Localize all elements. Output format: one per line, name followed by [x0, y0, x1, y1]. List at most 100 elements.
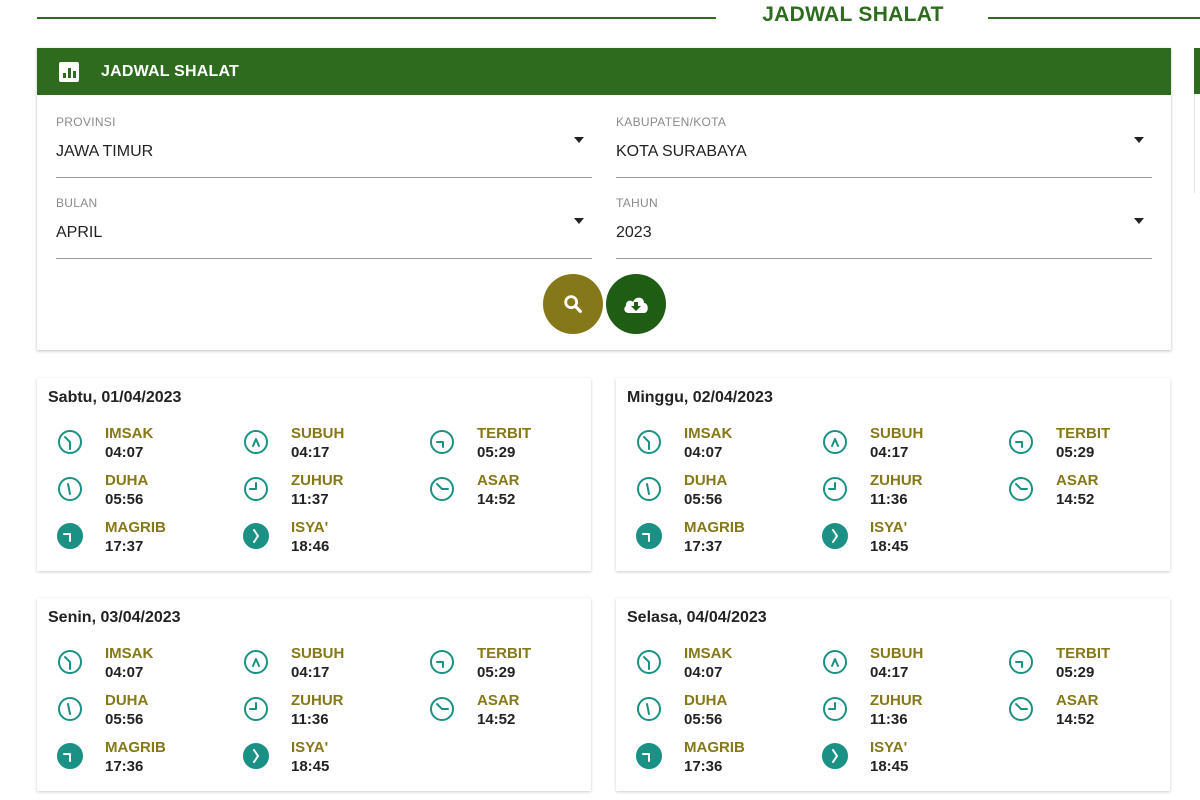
prayer-times-grid: IMSAK 04:07 SUBUH 04:17 TERBIT 05:29 DUHA 05:56… [616, 645, 1170, 785]
prayer-name: DUHA [105, 472, 149, 489]
kabupaten-select[interactable]: KABUPATEN/KOTA KOTA SURABAYA [616, 115, 1152, 178]
prayer-name: MAGRIB [684, 739, 745, 756]
clock-icon [822, 649, 848, 675]
prayer-name: ASAR [1056, 472, 1099, 489]
prayer-time: 14:52 [477, 491, 516, 508]
clock-icon [57, 696, 83, 722]
clock-icon [429, 476, 455, 502]
provinsi-label: PROVINSI [56, 115, 116, 129]
clock-icon [57, 743, 83, 769]
prayer-name: MAGRIB [105, 519, 166, 536]
clock-icon [429, 649, 455, 675]
chevron-down-icon[interactable] [574, 137, 584, 143]
prayer-time: 17:36 [684, 758, 723, 775]
clock-icon [57, 476, 83, 502]
clock-icon [243, 523, 269, 549]
prayer-time-item: DUHA 05:56 [48, 472, 228, 512]
prayer-time: 11:36 [870, 711, 908, 728]
day-card: Minggu, 02/04/2023 IMSAK 04:07 SUBUH 04:17 TE… [616, 378, 1170, 571]
day-date: Selasa, 04/04/2023 [627, 609, 767, 626]
prayer-time: 11:36 [870, 491, 908, 508]
prayer-time: 17:37 [684, 538, 723, 555]
bar-chart-icon [59, 61, 79, 82]
prayer-time-item: TERBIT 05:29 [420, 425, 600, 465]
prayer-name: ZUHUR [291, 692, 344, 709]
prayer-time-item: IMSAK 04:07 [48, 645, 228, 685]
clock-icon [57, 523, 83, 549]
prayer-name: ISYA' [291, 519, 329, 536]
prayer-time: 04:07 [684, 664, 723, 681]
prayer-time: 05:56 [684, 711, 723, 728]
prayer-name: SUBUH [291, 645, 345, 662]
provinsi-select[interactable]: PROVINSI JAWA TIMUR [56, 115, 592, 178]
day-card: Sabtu, 01/04/2023 IMSAK 04:07 SUBUH 04:17 TER… [37, 378, 591, 571]
prayer-name: TERBIT [1056, 645, 1111, 662]
bulan-select[interactable]: BULAN APRIL [56, 196, 592, 259]
prayer-name: MAGRIB [684, 519, 745, 536]
prayer-time-item: MAGRIB 17:36 [627, 739, 807, 779]
prayer-time-item: SUBUH 04:17 [813, 425, 993, 465]
download-button[interactable] [606, 274, 666, 334]
tahun-select[interactable]: TAHUN 2023 [616, 196, 1152, 259]
prayer-name: ISYA' [870, 519, 908, 536]
prayer-time-item: IMSAK 04:07 [627, 425, 807, 465]
clock-icon [243, 649, 269, 675]
prayer-time-item: IMSAK 04:07 [627, 645, 807, 685]
bulan-label: BULAN [56, 196, 98, 210]
day-date: Minggu, 02/04/2023 [627, 389, 773, 406]
prayer-name: IMSAK [684, 425, 733, 442]
schedule-filter-panel: JADWAL SHALAT PROVINSI JAWA TIMUR KABUPA… [37, 48, 1171, 350]
clock-icon [243, 429, 269, 455]
prayer-time: 18:45 [291, 758, 330, 775]
prayer-time-item: TERBIT 05:29 [420, 645, 600, 685]
prayer-time: 11:36 [291, 711, 329, 728]
clock-icon [429, 429, 455, 455]
prayer-time-item: DUHA 05:56 [627, 692, 807, 732]
prayer-time: 05:56 [684, 491, 723, 508]
chevron-down-icon[interactable] [574, 218, 584, 224]
prayer-name: ISYA' [291, 739, 329, 756]
clock-icon [822, 429, 848, 455]
prayer-time-item: ISYA' 18:45 [813, 519, 993, 559]
clock-icon [822, 523, 848, 549]
search-button[interactable] [543, 274, 603, 334]
prayer-time-item: SUBUH 04:17 [234, 645, 414, 685]
prayer-time: 04:07 [684, 444, 723, 461]
prayer-time-item: ZUHUR 11:37 [234, 472, 414, 512]
prayer-time-item: DUHA 05:56 [48, 692, 228, 732]
prayer-time: 18:45 [870, 758, 909, 775]
prayer-time: 05:29 [477, 664, 516, 681]
prayer-times-grid: IMSAK 04:07 SUBUH 04:17 TERBIT 05:29 DUHA 05:56… [37, 645, 591, 785]
prayer-time: 05:29 [1056, 444, 1095, 461]
clock-icon [636, 649, 662, 675]
prayer-time: 04:07 [105, 664, 144, 681]
clock-icon [636, 476, 662, 502]
clock-icon [636, 523, 662, 549]
prayer-time: 05:56 [105, 491, 144, 508]
chevron-down-icon[interactable] [1134, 218, 1144, 224]
prayer-times-grid: IMSAK 04:07 SUBUH 04:17 TERBIT 05:29 DUHA 05:56… [37, 425, 591, 565]
bulan-value: APRIL [56, 224, 103, 241]
clock-icon [243, 743, 269, 769]
prayer-time-item: IMSAK 04:07 [48, 425, 228, 465]
prayer-name: TERBIT [1056, 425, 1111, 442]
prayer-name: IMSAK [105, 645, 154, 662]
prayer-time-item: ISYA' 18:46 [234, 519, 414, 559]
clock-icon [636, 429, 662, 455]
prayer-name: TERBIT [477, 425, 532, 442]
prayer-name: MAGRIB [105, 739, 166, 756]
prayer-time-item: ISYA' 18:45 [234, 739, 414, 779]
prayer-times-grid: IMSAK 04:07 SUBUH 04:17 TERBIT 05:29 DUHA 05:56… [616, 425, 1170, 565]
prayer-time: 18:45 [870, 538, 909, 555]
day-card: Senin, 03/04/2023 IMSAK 04:07 SUBUH 04:17 TER… [37, 598, 591, 791]
prayer-time: 04:07 [105, 444, 144, 461]
prayer-name: SUBUH [291, 425, 345, 442]
clock-icon [57, 429, 83, 455]
prayer-time-item: ASAR 14:52 [420, 472, 600, 512]
clock-icon [636, 696, 662, 722]
prayer-time: 05:29 [1056, 664, 1095, 681]
prayer-name: DUHA [684, 692, 728, 709]
clock-icon [822, 743, 848, 769]
prayer-time-item: TERBIT 05:29 [999, 645, 1179, 685]
chevron-down-icon[interactable] [1134, 137, 1144, 143]
